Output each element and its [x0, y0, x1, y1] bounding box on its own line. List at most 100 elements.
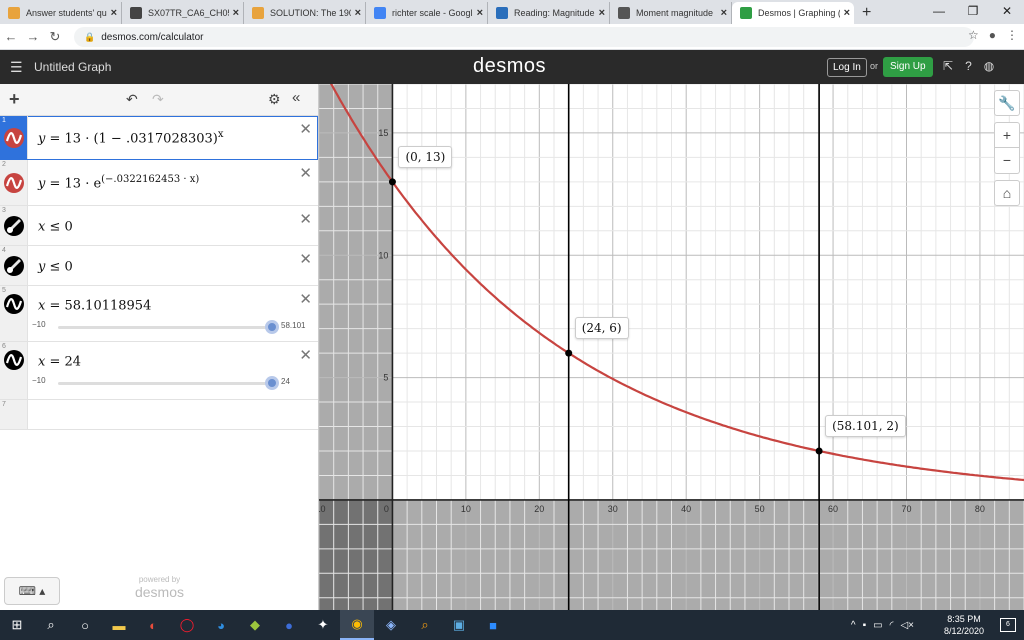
url-input[interactable]: 🔒 desmos.com/calculator: [74, 27, 974, 47]
wrench-icon[interactable]: 🔧: [994, 90, 1020, 116]
browser-tab[interactable]: Moment magnitude ×: [610, 2, 732, 24]
hamburger-menu-icon[interactable]: ☰: [10, 59, 23, 76]
graph-curve-icon[interactable]: [4, 350, 24, 370]
share-icon[interactable]: ⇱: [943, 59, 953, 73]
slider-thumb[interactable]: [265, 376, 279, 390]
expression-row[interactable]: 6 x = 24 ✕ −10 24: [0, 342, 318, 400]
delete-expression-icon[interactable]: ✕: [299, 164, 312, 182]
tab-close-icon[interactable]: ×: [599, 7, 605, 19]
redo-icon[interactable]: ↷: [152, 91, 164, 108]
slider-min[interactable]: −10: [32, 320, 46, 329]
app-icon-gamepad[interactable]: ✦: [306, 610, 340, 640]
keyboard-toggle-button[interactable]: ⌨ ▴: [4, 577, 60, 605]
app-icon-globe[interactable]: ◈: [374, 610, 408, 640]
delete-expression-icon[interactable]: ✕: [299, 210, 312, 228]
edge-icon[interactable]: ◕: [204, 610, 238, 640]
signup-button[interactable]: Sign Up: [883, 57, 933, 77]
profile-icon[interactable]: ●: [989, 28, 996, 42]
expression-latex[interactable]: x ≤ 0: [38, 217, 73, 234]
restore-icon[interactable]: ❐: [956, 0, 990, 22]
task-view-icon[interactable]: ○: [68, 610, 102, 640]
app-icon-ball[interactable]: ●: [272, 610, 306, 640]
tab-close-icon[interactable]: ×: [721, 7, 727, 19]
expression-latex[interactable]: y = 13 · e(−.0322162453 · x): [38, 174, 199, 191]
system-clock[interactable]: 8:35 PM 8/12/2020: [944, 613, 984, 637]
add-item-icon[interactable]: +: [9, 89, 20, 110]
zoom-out-icon[interactable]: −: [994, 148, 1020, 174]
expression-row[interactable]: 2 y = 13 · e(−.0322162453 · x) ✕: [0, 160, 318, 206]
slider-min[interactable]: −10: [32, 376, 46, 385]
expression-row[interactable]: 5 x = 58.10118954 ✕ −10 58.101: [0, 286, 318, 342]
slider-thumb[interactable]: [265, 320, 279, 334]
wifi-icon[interactable]: ◜: [890, 620, 894, 631]
chevron-up-icon[interactable]: ^: [851, 620, 856, 631]
expression-latex[interactable]: x = 24: [38, 352, 81, 369]
tab-close-icon[interactable]: ×: [111, 7, 117, 19]
search-icon[interactable]: ⌕: [34, 610, 68, 640]
app-icon-red[interactable]: ◐: [136, 610, 170, 640]
gear-icon[interactable]: ⚙: [268, 91, 281, 108]
notification-center-icon[interactable]: 6: [1000, 618, 1016, 632]
graph-title[interactable]: Untitled Graph: [34, 60, 111, 74]
delete-expression-icon[interactable]: ✕: [299, 290, 312, 308]
browser-tab[interactable]: Desmos | Graphing (×: [732, 2, 854, 24]
help-icon[interactable]: ?: [965, 59, 972, 73]
back-icon[interactable]: ←: [0, 29, 22, 44]
tab-close-icon[interactable]: ×: [477, 7, 483, 19]
globe-icon[interactable]: ◍: [984, 59, 994, 73]
intersection-point[interactable]: [388, 178, 396, 186]
browser-tab[interactable]: Answer students' qu ×: [0, 2, 122, 24]
tab-close-icon[interactable]: ×: [844, 7, 850, 19]
expression-row[interactable]: 4 y ≤ 0 ✕: [0, 246, 318, 286]
intersection-point[interactable]: [565, 349, 573, 357]
zoom-icon[interactable]: ■: [476, 610, 510, 640]
graph-curve-icon[interactable]: [4, 128, 24, 148]
slider-max[interactable]: 24: [281, 377, 290, 386]
point-label[interactable]: (58.101, 2): [825, 414, 906, 437]
close-window-icon[interactable]: ✕: [990, 0, 1024, 22]
app-icon-media[interactable]: ▣: [442, 610, 476, 640]
expression-row[interactable]: 1 y = 13 · (1 − .0317028303)x ✕: [0, 116, 318, 160]
delete-expression-icon[interactable]: ✕: [299, 250, 312, 268]
delete-expression-icon[interactable]: ✕: [299, 120, 312, 138]
reload-icon[interactable]: ↻: [44, 29, 66, 45]
slider-track[interactable]: [58, 382, 272, 385]
expression-latex[interactable]: x = 58.10118954: [38, 296, 151, 313]
home-icon[interactable]: ⌂: [994, 180, 1020, 206]
graph-curve-icon[interactable]: [4, 173, 24, 193]
menu-dots-icon[interactable]: ⋮: [1006, 28, 1018, 42]
shaded-region-icon[interactable]: [4, 256, 24, 276]
delete-expression-icon[interactable]: ✕: [299, 346, 312, 364]
point-label[interactable]: (0, 13): [398, 145, 453, 168]
slider-max[interactable]: 58.101: [281, 321, 305, 330]
opera-icon[interactable]: ◯: [170, 610, 204, 640]
tab-close-icon[interactable]: ×: [233, 7, 239, 19]
app-icon-search-orange[interactable]: ⌕: [408, 610, 442, 640]
shaded-region-icon[interactable]: [4, 216, 24, 236]
collapse-panel-icon[interactable]: «: [292, 89, 300, 106]
slider-track[interactable]: [58, 326, 272, 329]
volume-icon[interactable]: ◁×: [900, 620, 914, 631]
expression-row[interactable]: 3 x ≤ 0 ✕: [0, 206, 318, 246]
intersection-point[interactable]: [815, 447, 823, 455]
undo-icon[interactable]: ↶: [126, 91, 138, 108]
chrome-icon[interactable]: ◉: [340, 610, 374, 640]
windows-start-icon[interactable]: ⊞: [0, 610, 34, 640]
login-button[interactable]: Log In: [827, 58, 867, 77]
minimize-icon[interactable]: —: [922, 0, 956, 22]
graph-paper[interactable]: -10 0 10 20 30 40 50 60 70 80 5 10 15 (0, 13) (24, 6)…: [319, 84, 1024, 610]
expression-latex[interactable]: y ≤ 0: [38, 257, 73, 274]
point-label[interactable]: (24, 6): [574, 317, 629, 340]
browser-tab[interactable]: SX07TR_CA6_CH05.f ×: [122, 2, 244, 24]
battery-icon[interactable]: ▭: [873, 620, 882, 631]
zoom-in-icon[interactable]: +: [994, 122, 1020, 148]
app-icon-shield[interactable]: ◆: [238, 610, 272, 640]
new-tab-icon[interactable]: +: [862, 2, 871, 24]
tab-close-icon[interactable]: ×: [355, 7, 361, 19]
expression-slider[interactable]: −10 58.101: [32, 320, 312, 334]
tray-app-icon[interactable]: ▪: [863, 620, 867, 631]
expression-latex[interactable]: y = 13 · (1 − .0317028303)x: [38, 129, 224, 146]
browser-tab[interactable]: richter scale - Googl ×: [366, 2, 488, 24]
browser-tab[interactable]: SOLUTION: The 190(×: [244, 2, 366, 24]
star-icon[interactable]: ☆: [968, 28, 979, 42]
